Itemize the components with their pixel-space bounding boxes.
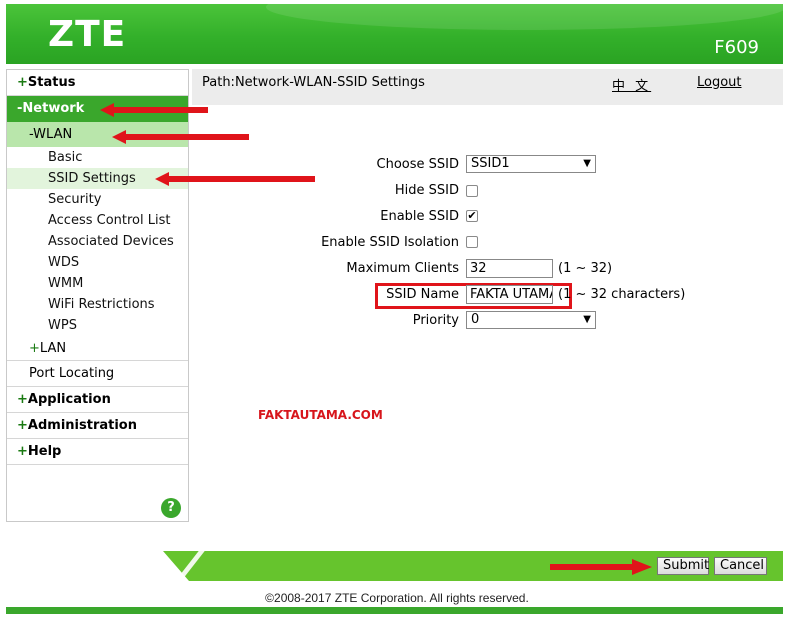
expand-plus-icon: +: [17, 418, 28, 433]
sidebar-item-associated-devices[interactable]: Associated Devices: [7, 231, 188, 252]
sidebar-item-security[interactable]: Security: [7, 189, 188, 210]
sidebar-item-label: LAN: [39, 341, 67, 356]
footer-line: [6, 607, 783, 614]
sidebar-item-label: Application: [27, 392, 111, 407]
red-arrow-icon: [100, 103, 208, 117]
enable-ssid-label: Enable SSID: [380, 209, 459, 224]
sidebar-item-wmm[interactable]: WMM: [7, 273, 188, 294]
submit-button[interactable]: Submit: [657, 557, 709, 575]
enable-ssid-isolation-checkbox[interactable]: [466, 236, 478, 248]
header-banner: ZTE F609: [6, 4, 783, 64]
sidebar-item-access-control-list[interactable]: Access Control List: [7, 210, 188, 231]
sidebar-item-help[interactable]: +Help: [7, 439, 188, 465]
ssid-name-input[interactable]: FAKTA UTAMA: [466, 285, 553, 304]
header-swoosh: [266, 4, 783, 30]
enable-ssid-checkbox[interactable]: ✔: [466, 210, 478, 222]
cancel-button[interactable]: Cancel: [714, 557, 767, 575]
sidebar-item-label: WLAN: [33, 127, 73, 142]
sidebar-item-label: Administration: [27, 418, 137, 433]
choose-ssid-select[interactable]: SSID1 ▼: [466, 155, 596, 173]
maximum-clients-label: Maximum Clients: [346, 261, 459, 276]
expand-plus-icon: +: [17, 75, 28, 90]
breadcrumb: Path:Network-WLAN-SSID Settings: [202, 75, 425, 90]
sidebar-item-administration[interactable]: +Administration: [7, 413, 188, 439]
sidebar-item-wps[interactable]: WPS: [7, 315, 188, 336]
chevron-down-icon: ▼: [583, 314, 591, 325]
copyright-text: ©2008-2017 ZTE Corporation. All rights r…: [265, 591, 529, 605]
sidebar-item-application[interactable]: +Application: [7, 387, 188, 413]
sidebar-item-label: Status: [27, 75, 76, 90]
priority-value: 0: [471, 312, 480, 327]
hide-ssid-checkbox[interactable]: [466, 185, 478, 197]
expand-plus-icon: +: [17, 444, 28, 459]
priority-label: Priority: [412, 313, 459, 328]
sidebar-item-port-locating[interactable]: Port Locating: [7, 361, 188, 387]
help-icon[interactable]: ?: [161, 498, 181, 518]
language-link[interactable]: 中 文: [612, 75, 651, 94]
action-bar-stripe: [163, 551, 189, 581]
checkmark-icon: ✔: [467, 209, 477, 222]
red-arrow-icon: [155, 172, 315, 186]
model-name: F609: [714, 37, 759, 58]
enable-ssid-isolation-label: Enable SSID Isolation: [321, 235, 459, 250]
ssid-name-hint: (1 ~ 32 characters): [558, 287, 686, 302]
path-bar: Path:Network-WLAN-SSID Settings 中 文 Logo…: [192, 69, 783, 105]
chevron-down-icon: ▼: [583, 158, 591, 169]
maximum-clients-hint: (1 ~ 32): [558, 261, 613, 276]
sidebar-item-label: Help: [27, 444, 62, 459]
red-arrow-icon: [550, 559, 652, 575]
ssid-name-label: SSID Name: [386, 287, 459, 302]
priority-select[interactable]: 0 ▼: [466, 311, 596, 329]
logout-link[interactable]: Logout: [697, 75, 742, 90]
sidebar-item-label: Network: [22, 101, 85, 116]
choose-ssid-label: Choose SSID: [376, 157, 459, 172]
watermark-text: FAKTAUTAMA.COM: [258, 408, 383, 422]
sidebar-item-wifi-restrictions[interactable]: WiFi Restrictions: [7, 294, 188, 315]
choose-ssid-value: SSID1: [471, 156, 510, 171]
red-arrow-icon: [112, 130, 249, 144]
expand-plus-icon: +: [17, 392, 28, 407]
sidebar-item-basic[interactable]: Basic: [7, 147, 188, 168]
sidebar-item-status[interactable]: +Status: [7, 70, 188, 96]
expand-plus-icon: +: [29, 341, 40, 356]
maximum-clients-input[interactable]: 32: [466, 259, 553, 278]
zte-logo: ZTE: [48, 14, 127, 55]
sidebar-item-lan[interactable]: +LAN: [7, 336, 188, 361]
sidebar-item-wds[interactable]: WDS: [7, 252, 188, 273]
